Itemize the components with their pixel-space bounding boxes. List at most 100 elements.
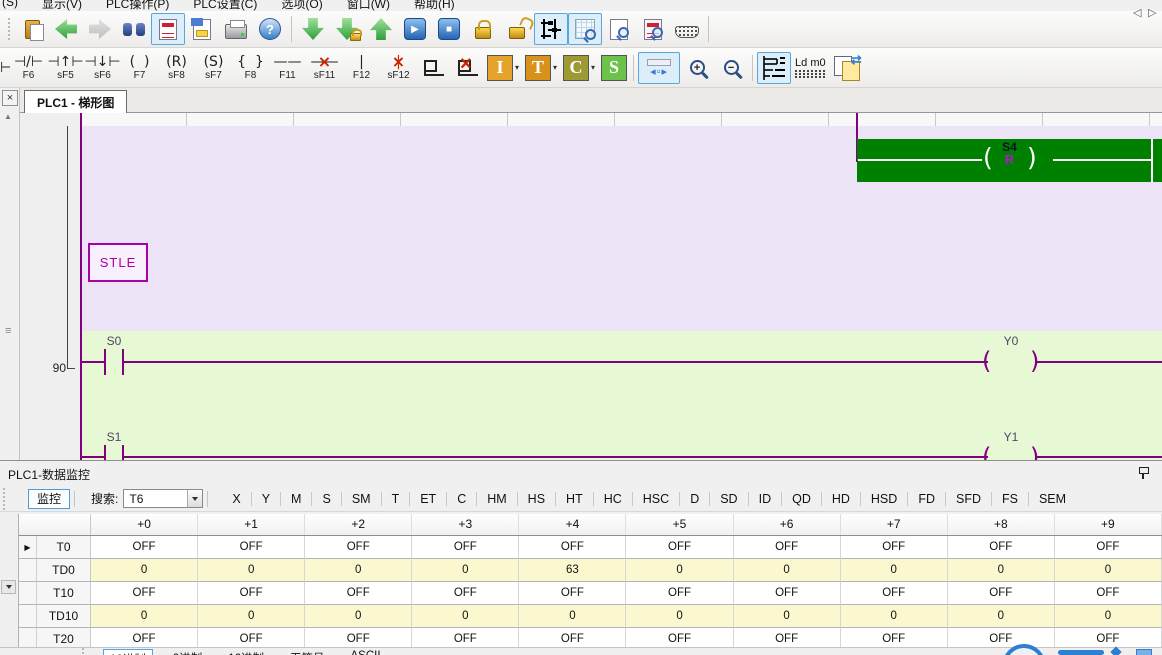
insert-i-button[interactable]: I▾ — [487, 55, 521, 81]
output-window-button[interactable] — [185, 13, 219, 45]
table-cell[interactable]: 0 — [948, 605, 1055, 628]
monitor-toggle-button[interactable]: 监控 — [28, 489, 70, 509]
register-tab-t[interactable]: T — [382, 492, 410, 506]
table-cell[interactable]: OFF — [626, 628, 733, 647]
chevron-down-icon[interactable]: ▾ — [553, 63, 557, 72]
pin-icon[interactable] — [1138, 467, 1148, 480]
register-tab-hsc[interactable]: HSC — [633, 492, 679, 506]
ladder-tool-sF12[interactable]: |×sF12 — [380, 49, 417, 87]
ladder-tool-F8[interactable]: { }F8 — [232, 49, 269, 87]
splitter-grip[interactable]: ≡ — [5, 325, 11, 337]
menu-item[interactable]: PLC操作(P) — [106, 0, 169, 6]
ladder-tool-F12[interactable]: |F12 — [343, 49, 380, 87]
upload-button[interactable] — [364, 13, 398, 45]
base-tab-16进制[interactable]: 16进制 — [222, 649, 270, 655]
ladder-display-button[interactable] — [757, 52, 791, 84]
table-cell[interactable]: OFF — [734, 628, 841, 647]
register-tab-sd[interactable]: SD — [710, 492, 747, 506]
table-cell[interactable]: OFF — [1055, 536, 1162, 559]
ladder-monitor-button[interactable] — [534, 13, 568, 45]
ladder-tool-F6[interactable]: ⊣/⊢F6 — [10, 49, 47, 87]
scroll-up-icon[interactable]: ▲ — [4, 112, 12, 121]
table-cell[interactable]: 0 — [1055, 559, 1162, 582]
register-tab-hd[interactable]: HD — [822, 492, 860, 506]
com-port-button[interactable] — [670, 13, 704, 45]
table-cell[interactable]: OFF — [841, 582, 948, 605]
tab-nav-right-icon[interactable]: ▷ — [1148, 6, 1156, 19]
toolbar-grip[interactable] — [2, 488, 7, 510]
register-tab-m[interactable]: M — [281, 492, 311, 506]
table-cell[interactable]: OFF — [948, 536, 1055, 559]
s0-contact[interactable] — [122, 349, 124, 375]
register-tab-x[interactable]: X — [222, 492, 250, 506]
table-cell[interactable]: OFF — [626, 582, 733, 605]
register-tab-sm[interactable]: SM — [342, 492, 381, 506]
table-cell[interactable]: 0 — [841, 559, 948, 582]
print-button[interactable] — [219, 13, 253, 45]
ladder-tool-F7[interactable]: ( )F7 — [121, 49, 158, 87]
combo-dropdown-button[interactable] — [187, 490, 202, 507]
back-button[interactable] — [49, 13, 83, 45]
table-cell[interactable]: 0 — [198, 559, 305, 582]
menu-item[interactable]: PLC设置(C) — [193, 0, 257, 6]
insert-c-button[interactable]: C▾ — [563, 55, 597, 81]
help-button[interactable]: ? — [253, 13, 287, 45]
register-tab-d[interactable]: D — [680, 492, 709, 506]
table-cell[interactable]: OFF — [734, 582, 841, 605]
table-cell[interactable]: OFF — [305, 536, 412, 559]
table-cell[interactable]: 0 — [734, 559, 841, 582]
table-cell[interactable]: OFF — [198, 536, 305, 559]
table-cell[interactable]: OFF — [1055, 628, 1162, 647]
insert-t-button[interactable]: T▾ — [525, 55, 559, 81]
chevron-down-icon[interactable]: ▾ — [591, 63, 595, 72]
table-cell[interactable]: 0 — [841, 605, 948, 628]
table-cell[interactable]: OFF — [412, 536, 519, 559]
s1-contact[interactable] — [104, 445, 106, 460]
register-tab-sem[interactable]: SEM — [1029, 492, 1076, 506]
register-tab-fd[interactable]: FD — [908, 492, 945, 506]
convert-button[interactable]: ⇄ — [834, 56, 860, 80]
diagram-check-button[interactable] — [636, 13, 670, 45]
register-tab-s[interactable]: S — [312, 492, 340, 506]
y0-coil[interactable]: ( — [982, 349, 991, 373]
table-cell[interactable]: 0 — [91, 559, 198, 582]
table-cell[interactable]: OFF — [626, 536, 733, 559]
table-cell[interactable]: OFF — [91, 628, 198, 647]
register-tab-hm[interactable]: HM — [477, 492, 516, 506]
y0-coil[interactable]: ) — [1030, 349, 1039, 373]
register-tab-y[interactable]: Y — [252, 492, 280, 506]
tab-plc1-ladder[interactable]: PLC1 - 梯形图 — [24, 90, 127, 113]
plc-stop-button[interactable]: ■ — [432, 13, 466, 45]
s1-contact[interactable] — [122, 445, 124, 460]
ladder-tool-sF5[interactable]: ⊣↑⊢sF5 — [47, 49, 84, 87]
download-secure-button[interactable] — [330, 13, 364, 45]
table-cell[interactable]: OFF — [412, 582, 519, 605]
chevron-down-icon[interactable]: ▾ — [515, 63, 519, 72]
table-cell[interactable]: 0 — [198, 605, 305, 628]
register-tab-fs[interactable]: FS — [992, 492, 1028, 506]
table-cell[interactable]: OFF — [305, 628, 412, 647]
table-cell[interactable]: 0 — [626, 605, 733, 628]
ladder-tool-sF11[interactable]: ——×sF11 — [306, 49, 343, 87]
s4-reset-coil-active[interactable]: S4 ( ) R — [857, 139, 1162, 182]
register-tab-sfd[interactable]: SFD — [946, 492, 991, 506]
plc-run-button[interactable]: ▶ — [398, 13, 432, 45]
zoom-out-button[interactable]: − — [714, 52, 748, 84]
table-cell[interactable]: OFF — [734, 536, 841, 559]
close-panel-button[interactable]: × — [2, 90, 18, 106]
unlock-button[interactable] — [500, 13, 534, 45]
y1-coil[interactable]: ( — [982, 445, 991, 460]
register-tab-hsd[interactable]: HSD — [861, 492, 907, 506]
register-tab-ht[interactable]: HT — [556, 492, 593, 506]
stle-instruction-block[interactable]: STLE — [88, 243, 148, 282]
table-cell[interactable]: OFF — [948, 628, 1055, 647]
table-cell[interactable]: 0 — [305, 605, 412, 628]
ladder-tool-F11[interactable]: ——F11 — [269, 49, 306, 87]
base-tab-ASCII[interactable]: ASCII — [345, 649, 387, 655]
table-cell[interactable]: 0 — [412, 605, 519, 628]
forward-button[interactable] — [83, 13, 117, 45]
table-cell[interactable]: 0 — [519, 605, 626, 628]
ladder-editor[interactable]: 90 91 95 S4 ( ) R STLE S0 ( ) Y0 S1 ( ) … — [20, 113, 1162, 460]
insert-s-button[interactable]: S — [601, 55, 627, 81]
toolbar-grip[interactable] — [81, 648, 86, 655]
